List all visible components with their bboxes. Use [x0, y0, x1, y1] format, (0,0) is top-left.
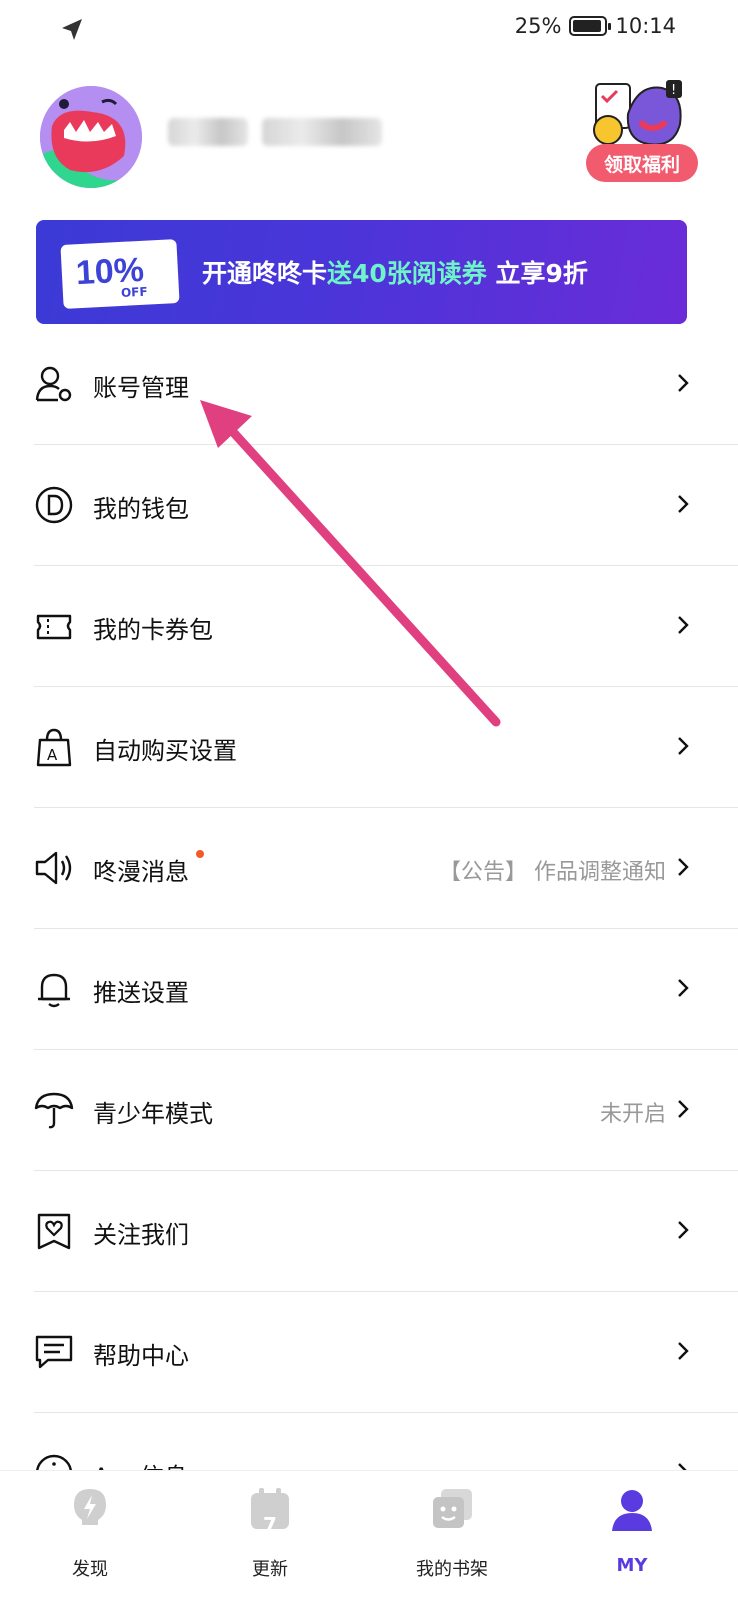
banner-text-highlight: 送40张阅读券 [327, 259, 487, 288]
nav-label: 发现 [72, 1559, 108, 1580]
chevron-right-icon [678, 495, 689, 513]
monster-avatar-icon [40, 86, 142, 188]
welfare-widget[interactable]: ! 领取福利 [582, 78, 700, 188]
unread-dot [196, 850, 204, 858]
menu-label: 推送设置 [93, 979, 189, 1007]
nav-updates[interactable]: 7 更新 [210, 1487, 330, 1597]
nav-discover[interactable]: 发现 [30, 1487, 150, 1597]
bottom-nav: 发现 7 更新 我的书架 MY [0, 1470, 738, 1600]
status-bar: 25% 10:14 [0, 0, 738, 58]
status-right: 25% 10:14 [515, 14, 676, 38]
bulb-icon [74, 1489, 106, 1525]
banner-text-end: 立享9折 [486, 259, 588, 288]
menu-label: 帮助中心 [93, 1342, 189, 1370]
location-arrow-icon [62, 19, 82, 40]
menu-item-youth-mode[interactable]: 青少年模式 未开启 [0, 1050, 738, 1171]
bell-icon [38, 973, 70, 1008]
nav-label: 我的书架 [416, 1559, 488, 1580]
coin-icon [35, 486, 73, 524]
blurred-text [262, 118, 382, 146]
profile-icon [612, 1490, 652, 1531]
bookshelf-icon [433, 1489, 472, 1528]
calendar-badge: 7 [263, 1513, 277, 1537]
profile-header: ! 领取福利 [40, 80, 700, 196]
menu-item-help[interactable]: 帮助中心 [0, 1292, 738, 1413]
svg-text:!: ! [671, 83, 676, 98]
battery-icon [569, 16, 612, 36]
menu-value: 未开启 [599, 1102, 666, 1127]
chevron-right-icon [678, 737, 689, 755]
coupon-badge: 10% OFF [60, 239, 180, 309]
nav-my[interactable]: MY [572, 1487, 692, 1597]
chevron-right-icon [678, 374, 689, 392]
svg-text:A: A [47, 746, 58, 764]
avatar[interactable] [40, 86, 142, 188]
membership-banner[interactable]: 10% OFF 开通咚咚卡送40张阅读券 立享9折 [36, 220, 687, 324]
menu-item-coupons[interactable]: 我的卡券包 [0, 566, 738, 687]
welfare-button[interactable]: 领取福利 [586, 144, 698, 182]
menu-label: 我的钱包 [93, 495, 189, 523]
menu-item-push[interactable]: 推送设置 [0, 929, 738, 1050]
nav-bookshelf[interactable]: 我的书架 [392, 1487, 512, 1597]
menu-value: 【公告】 作品调整通知 [439, 860, 666, 885]
chevron-right-icon [678, 1221, 689, 1239]
heart-bookmark-icon [37, 1213, 71, 1250]
menu-label: 咚漫消息 [93, 858, 189, 886]
shopping-bag-icon: A [36, 728, 72, 767]
menu-item-auto-purchase[interactable]: A 自动购买设置 [0, 687, 738, 808]
chevron-right-icon [678, 616, 689, 634]
chevron-right-icon [678, 858, 689, 876]
menu-label: 账号管理 [93, 374, 189, 402]
coupon-off: OFF [120, 284, 148, 300]
user-gear-icon [35, 366, 72, 402]
menu-label: 青少年模式 [93, 1100, 213, 1128]
menu-item-follow-us[interactable]: 关注我们 [0, 1171, 738, 1292]
menu-label: 自动购买设置 [93, 737, 237, 765]
nav-label: 更新 [252, 1559, 288, 1580]
menu-item-wallet[interactable]: 我的钱包 [0, 445, 738, 566]
nav-label: MY [616, 1555, 648, 1576]
menu-item-messages[interactable]: 咚漫消息 【公告】 作品调整通知 [0, 808, 738, 929]
banner-text-main: 开通咚咚卡 [202, 259, 328, 288]
banner-text: 开通咚咚卡送40张阅读券 立享9折 [202, 254, 588, 290]
ticket-icon [36, 614, 72, 640]
blurred-text [168, 118, 248, 146]
chat-icon [35, 1335, 73, 1369]
clock: 10:14 [615, 14, 676, 38]
chevron-right-icon [678, 979, 689, 997]
chevron-right-icon [678, 1342, 689, 1360]
chevron-right-icon [678, 1100, 689, 1118]
menu-label: 关注我们 [93, 1221, 189, 1249]
settings-menu: 账号管理 我的钱包 我的卡券包 A 自动购买设置 咚漫消息 【公告】 作品调整通… [0, 324, 738, 1534]
menu-item-account[interactable]: 账号管理 [0, 324, 738, 445]
umbrella-icon [34, 1092, 74, 1129]
username-blurred [168, 118, 382, 148]
battery-percent: 25% [514, 14, 562, 38]
menu-label: 我的卡券包 [93, 616, 213, 644]
speaker-icon [35, 851, 72, 885]
